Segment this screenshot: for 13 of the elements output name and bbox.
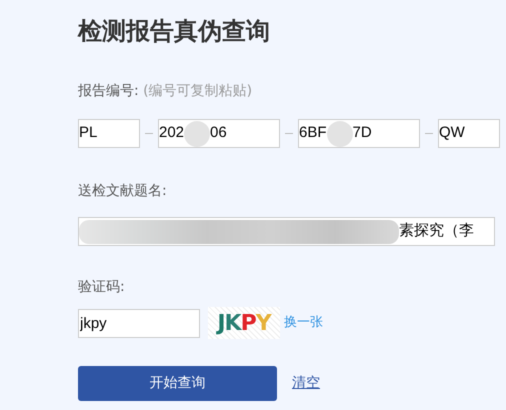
captcha-field[interactable]: jkpy	[78, 308, 200, 338]
document-title-label: 送检文献题名:	[78, 182, 168, 201]
report-number-field[interactable]: QW	[438, 119, 500, 148]
report-number-field[interactable]: 6BF 7D	[298, 119, 420, 148]
page-title: 检测报告真伪查询	[78, 16, 271, 47]
document-title-field[interactable]: 素探究（李	[78, 217, 495, 246]
report-number-field[interactable]: 202 06	[158, 119, 280, 148]
captcha-image: JKPY	[208, 307, 280, 339]
report-number-field[interactable]: PL	[78, 119, 140, 148]
report-number-label: 报告编号: (编号可复制粘贴)	[78, 82, 254, 101]
clear-link[interactable]: 清空	[292, 373, 320, 394]
captcha-label: 验证码:	[78, 278, 126, 297]
search-button[interactable]: 开始查询	[78, 366, 277, 401]
